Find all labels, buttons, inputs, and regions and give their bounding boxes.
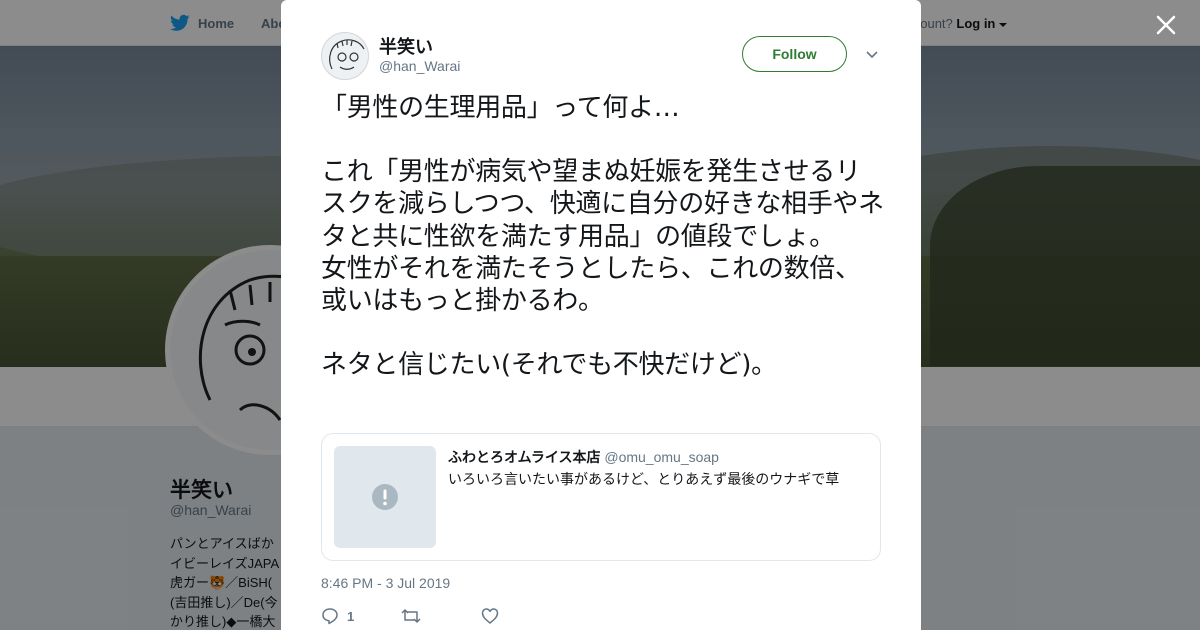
tweet-author-avatar[interactable] xyxy=(321,32,369,80)
tweet-author-handle[interactable]: @han_Warai xyxy=(379,58,460,74)
exclamation-icon xyxy=(372,484,398,510)
close-modal-button[interactable] xyxy=(1152,11,1180,39)
tweet-actions: 1 xyxy=(321,604,561,628)
tweet-text: 「男性の生理用品」って何よ… これ「男性が病気や望まぬ妊娠を発生させるリスクを減… xyxy=(321,92,886,381)
retweet-button[interactable] xyxy=(401,607,481,625)
tweet-paragraph: 「男性の生理用品」って何よ… xyxy=(321,93,680,123)
tweet-timestamp[interactable]: 8:46 PM - 3 Jul 2019 xyxy=(321,575,450,591)
quoted-tweet-text: いろいろ言いたい事があるけど、とりあえず最後のウナギで草 xyxy=(448,471,840,487)
tweet-modal: 半笑い @han_Warai Follow 「男性の生理用品」って何よ… これ「… xyxy=(281,0,921,630)
follow-button[interactable]: Follow xyxy=(742,36,847,72)
quoted-author-handle: @omu_omu_soap xyxy=(604,449,719,465)
tweet-paragraph: ネタと信じたい(それでも不快だけど)。 xyxy=(321,350,777,381)
reply-button[interactable]: 1 xyxy=(321,607,401,625)
reply-icon xyxy=(322,608,338,625)
close-icon xyxy=(1156,15,1176,35)
heart-icon xyxy=(481,608,499,624)
tweet-menu-button[interactable] xyxy=(864,46,880,62)
quoted-tweet-header: ふわとろオムライス本店 @omu_omu_soap xyxy=(448,447,719,467)
author-avatar-drawing xyxy=(329,39,365,70)
quoted-tweet-media xyxy=(334,446,436,548)
quoted-author-name: ふわとろオムライス本店 xyxy=(448,449,601,465)
chevron-down-icon xyxy=(866,51,878,59)
reply-count: 1 xyxy=(347,608,355,624)
quoted-tweet-card[interactable]: ふわとろオムライス本店 @omu_omu_soap いろいろ言いたい事があるけど… xyxy=(321,433,881,561)
tweet-paragraph: これ「男性が病気や望まぬ妊娠を発生させるリスクを減らしつつ、快適に自分の好きな相… xyxy=(321,157,884,317)
tweet-author-name[interactable]: 半笑い xyxy=(379,33,433,59)
retweet-icon xyxy=(401,609,421,623)
like-button[interactable] xyxy=(481,607,561,625)
